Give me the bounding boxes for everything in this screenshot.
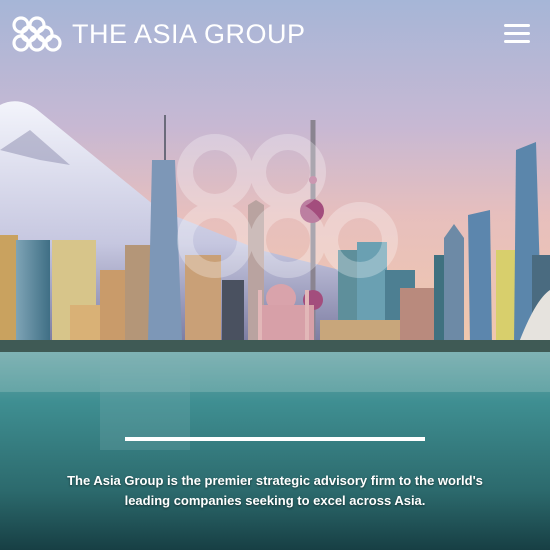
hero-section: THE ASIA GROUP The Asia Group is the pre… (0, 0, 550, 550)
hamburger-menu-icon[interactable] (504, 22, 532, 46)
hero-tagline: The Asia Group is the premier strategic … (67, 473, 483, 508)
hero-divider (125, 437, 425, 441)
knot-logo-icon (12, 16, 62, 52)
skyline-background-image (0, 0, 550, 550)
brand-logo[interactable]: THE ASIA GROUP (10, 14, 306, 54)
site-header: THE ASIA GROUP (0, 0, 550, 70)
brand-name: THE ASIA GROUP (72, 19, 306, 49)
